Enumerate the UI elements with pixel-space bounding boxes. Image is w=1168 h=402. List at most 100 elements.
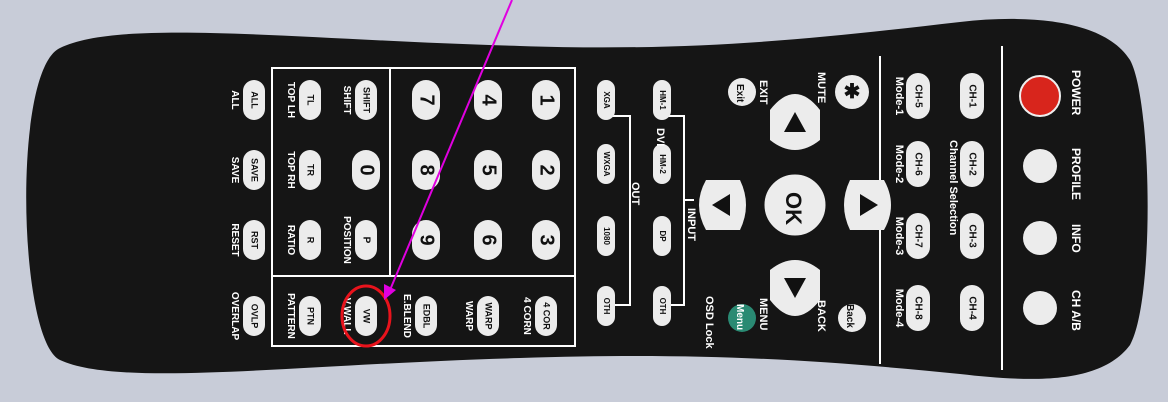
- number-button-1[interactable]: 1: [532, 80, 560, 120]
- channel-button-7[interactable]: CH-7: [906, 213, 930, 259]
- bottom-label-1: SAVE: [229, 157, 240, 184]
- out-button-1[interactable]: XGA: [597, 80, 615, 120]
- top-button-0[interactable]: TL: [299, 80, 321, 120]
- number-button-8[interactable]: 8: [412, 150, 440, 190]
- osd-lock-label: OSD Lock: [703, 296, 715, 349]
- remote-diagram: POWER PROFILE INFO CH A/B CH-1 CH-2 CH-3 CH…: [0, 0, 1168, 402]
- position-button-text: P: [360, 237, 371, 244]
- chab-label: CH A/B: [1069, 290, 1083, 331]
- out-button-2-text: WXGA: [602, 152, 611, 177]
- top-button-1[interactable]: TR: [299, 150, 321, 190]
- mode-label-3: Mode-3: [893, 217, 905, 256]
- out-button-4-text: OTH: [602, 298, 611, 315]
- number-button-6[interactable]: 6: [474, 220, 502, 260]
- input-button-2[interactable]: HM-2: [653, 144, 671, 184]
- function-button-2-text: EDBL: [422, 304, 432, 329]
- function-button-3[interactable]: VW: [355, 296, 377, 336]
- top-button-3-text: PTN: [306, 307, 316, 325]
- channel-button-6-text: CH-6: [912, 152, 923, 176]
- channel-button-2-text: CH-2: [966, 152, 977, 176]
- number-button-text: 5: [478, 164, 500, 175]
- channel-button-1-text: CH-1: [966, 84, 977, 108]
- mode-label-4: Mode-4: [893, 289, 905, 328]
- number-button-7[interactable]: 7: [412, 80, 440, 120]
- bottom-button-0-text: ALL: [250, 91, 260, 109]
- input-button-4-text: OTH: [658, 298, 667, 315]
- function-button-1[interactable]: WARP: [477, 296, 499, 336]
- profile-label: PROFILE: [1069, 148, 1083, 200]
- number-button-text: 6: [478, 234, 500, 245]
- top-button-2-text: R: [306, 237, 316, 244]
- function-button-1-text: WARP: [484, 303, 494, 330]
- mode-label-1: Mode-1: [893, 77, 905, 116]
- number-button-3[interactable]: 3: [532, 220, 560, 260]
- function-button-3-text: VW: [362, 309, 372, 324]
- bottom-button-0[interactable]: ALL: [243, 80, 265, 120]
- exit-label: EXIT: [757, 80, 769, 105]
- function-button-0-text: 4 COR: [542, 302, 552, 330]
- number-button-text: 1: [536, 94, 558, 105]
- channel-button-6[interactable]: CH-6: [906, 141, 930, 187]
- bottom-button-1-text: SAVE: [250, 158, 260, 182]
- input-label: INPUT: [685, 208, 697, 241]
- shift-button-text: SHIFT: [362, 87, 372, 114]
- chab-button[interactable]: [1023, 291, 1057, 325]
- function-label-1: WARP: [463, 301, 474, 331]
- channel-button-3-text: CH-3: [966, 224, 977, 248]
- top-button-3[interactable]: PTN: [299, 296, 321, 336]
- mute-label: MUTE: [815, 72, 827, 103]
- position-label: POSITION: [341, 216, 352, 264]
- function-button-0[interactable]: 4 COR: [535, 296, 557, 336]
- function-label-2: E.BLEND: [401, 294, 412, 338]
- power-label: POWER: [1069, 70, 1083, 116]
- bottom-button-2-text: RST: [250, 231, 260, 250]
- input-button-3-text: DP: [658, 230, 667, 242]
- mode-label-2: Mode-2: [893, 145, 905, 184]
- input-button-4[interactable]: OTH: [653, 286, 671, 326]
- position-button[interactable]: P: [355, 220, 377, 260]
- number-button-text: 3: [536, 234, 558, 245]
- input-button-2-text: HM-2: [658, 154, 667, 174]
- bottom-button-2[interactable]: RST: [243, 220, 265, 260]
- channel-button-4-text: CH-4: [966, 296, 977, 320]
- number-button-0[interactable]: 0: [352, 150, 380, 190]
- number-button-text: 0: [356, 164, 378, 175]
- shift-button[interactable]: SHIFT: [355, 80, 377, 120]
- out-button-3[interactable]: 1080: [597, 216, 615, 256]
- top-button-1-text: TR: [306, 164, 316, 176]
- number-button-4[interactable]: 4: [474, 80, 502, 120]
- out-button-2[interactable]: WXGA: [597, 144, 615, 184]
- number-button-text: 4: [478, 94, 500, 106]
- channel-button-1[interactable]: CH-1: [960, 73, 984, 119]
- out-button-3-text: 1080: [602, 227, 611, 245]
- info-button[interactable]: [1023, 221, 1057, 255]
- out-label: OUT: [629, 182, 641, 206]
- channel-button-5[interactable]: CH-5: [906, 73, 930, 119]
- menu-button-text: Menu: [734, 304, 745, 330]
- number-button-2[interactable]: 2: [532, 150, 560, 190]
- profile-button[interactable]: [1023, 149, 1057, 183]
- number-button-5[interactable]: 5: [474, 150, 502, 190]
- input-button-3[interactable]: DP: [653, 216, 671, 256]
- out-button-1-text: XGA: [602, 91, 611, 109]
- channel-button-4[interactable]: CH-4: [960, 285, 984, 331]
- exit-button-text: Exit: [734, 84, 745, 103]
- input-button-1[interactable]: HM-1: [653, 80, 671, 120]
- channel-button-2[interactable]: CH-2: [960, 141, 984, 187]
- info-label: INFO: [1069, 224, 1083, 253]
- number-button-text: 2: [536, 164, 558, 175]
- function-label-0: 4 CORN: [521, 297, 532, 335]
- shift-label: SHIFT: [341, 86, 352, 115]
- channel-button-8-text: CH-8: [912, 296, 923, 320]
- bottom-label-2: RESET: [229, 223, 240, 256]
- channel-button-8[interactable]: CH-8: [906, 285, 930, 331]
- bottom-button-1[interactable]: SAVE: [243, 150, 265, 190]
- bottom-button-3[interactable]: OVLP: [243, 296, 265, 336]
- top-button-2[interactable]: R: [299, 220, 321, 260]
- channel-button-3[interactable]: CH-3: [960, 213, 984, 259]
- bottom-label-0: ALL: [229, 90, 240, 109]
- power-button[interactable]: [1019, 75, 1061, 117]
- channel-button-5-text: CH-5: [912, 84, 923, 108]
- function-button-2[interactable]: EDBL: [415, 296, 437, 336]
- out-button-4[interactable]: OTH: [597, 286, 615, 326]
